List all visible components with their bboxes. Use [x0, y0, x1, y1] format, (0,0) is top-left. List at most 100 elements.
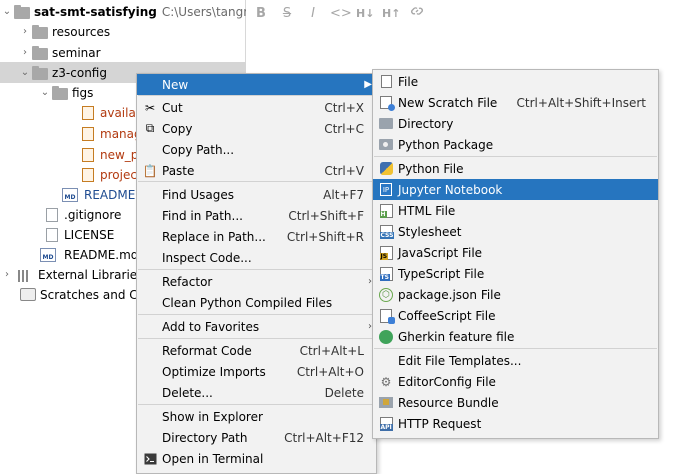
menu-separator: [138, 314, 375, 315]
link-icon[interactable]: [408, 4, 426, 22]
menu-item-open-in-terminal[interactable]: Open in Terminal: [137, 448, 376, 469]
menu-separator: [374, 348, 657, 349]
menu-item-find-in-path[interactable]: Find in Path... Ctrl+Shift+F: [137, 205, 376, 226]
markdown-toolbar: B S I <> H↓ H↑: [252, 3, 426, 23]
menu-item-replace-in-path[interactable]: Replace in Path... Ctrl+Shift+R: [137, 226, 376, 247]
directory-icon: [378, 116, 394, 132]
markdown-file-icon: MD: [40, 247, 56, 262]
new-javascript-file-item[interactable]: JS JavaScript File: [373, 242, 658, 263]
edit-file-templates-item[interactable]: Edit File Templates...: [373, 350, 658, 371]
new-http-request-item[interactable]: API HTTP Request: [373, 413, 658, 434]
menu-item-optimize-imports[interactable]: Optimize Imports Ctrl+Alt+O: [137, 361, 376, 382]
new-python-package-item[interactable]: Python Package: [373, 134, 658, 155]
coffeescript-file-icon: [378, 308, 395, 324]
strikethrough-icon[interactable]: S: [278, 6, 296, 21]
menu-item-refactor[interactable]: Refactor ›: [137, 271, 376, 292]
new-file-item[interactable]: File: [373, 71, 658, 92]
file-icon: [378, 74, 394, 90]
tree-item-label: resources: [52, 24, 111, 39]
notebook-file-icon: [82, 105, 94, 120]
new-coffeescript-file-item[interactable]: CoffeeScript File: [373, 305, 658, 326]
package-icon: [378, 137, 394, 153]
menu-separator: [138, 269, 375, 270]
new-directory-item[interactable]: Directory: [373, 113, 658, 134]
menu-separator: [138, 404, 375, 405]
chevron-down-icon[interactable]: ⌄: [38, 87, 52, 98]
chevron-right-icon[interactable]: ›: [18, 47, 32, 58]
gitignore-file-icon: [46, 207, 58, 222]
menu-item-paste[interactable]: 📋 Paste Ctrl+V: [137, 160, 376, 181]
menu-item-show-in-explorer[interactable]: Show in Explorer: [137, 406, 376, 427]
tree-item-label: figs: [72, 85, 94, 100]
tree-item-label: projec: [100, 167, 137, 182]
python-icon: [378, 161, 394, 177]
javascript-file-icon: JS: [378, 245, 394, 261]
scratch-file-icon: [378, 95, 395, 111]
new-typescript-file-item[interactable]: TS TypeScript File: [373, 263, 658, 284]
chevron-down-icon[interactable]: ⌄: [18, 67, 32, 78]
folder-icon: [32, 45, 48, 60]
project-name: sat-smt-satisfying: [34, 4, 157, 19]
new-stylesheet-item[interactable]: CSS Stylesheet: [373, 221, 658, 242]
chevron-right-icon[interactable]: ›: [18, 26, 32, 37]
new-resource-bundle-item[interactable]: Resource Bundle: [373, 392, 658, 413]
menu-separator: [138, 181, 375, 182]
menu-separator: [374, 156, 657, 157]
tree-row-root[interactable]: ⌄ sat-smt-satisfying C:\Users\tangr\: [0, 1, 246, 22]
menu-item-directory-path[interactable]: Directory Path Ctrl+Alt+F12: [137, 427, 376, 448]
nodejs-icon: ⬡: [378, 287, 394, 303]
tree-row-seminar[interactable]: › seminar: [0, 42, 246, 63]
context-menu: New ▶ ✂ Cut Ctrl+X ⧉ Copy Ctrl+C Copy Pa…: [136, 73, 377, 474]
folder-icon: [14, 4, 30, 19]
chevron-down-icon[interactable]: ⌄: [0, 6, 14, 17]
italic-icon[interactable]: I: [304, 6, 322, 21]
chevron-right-icon[interactable]: ›: [0, 269, 14, 280]
menu-separator: [138, 95, 375, 96]
new-jupyter-notebook-item[interactable]: IP Jupyter Notebook: [373, 179, 658, 200]
new-html-file-item[interactable]: H HTML File: [373, 200, 658, 221]
notebook-file-icon: [82, 167, 94, 182]
tree-item-label: External Libraries: [38, 267, 144, 282]
library-icon: [18, 269, 34, 282]
heading-decrease-icon[interactable]: H↓: [356, 7, 374, 20]
code-icon[interactable]: <>: [330, 6, 352, 21]
menu-item-cut[interactable]: ✂ Cut Ctrl+X: [137, 97, 376, 118]
tree-item-label: new_p: [100, 147, 139, 162]
gear-icon: ⚙: [380, 374, 392, 389]
project-path: C:\Users\tangr\: [161, 4, 246, 19]
new-package-json-item[interactable]: ⬡ package.json File: [373, 284, 658, 305]
menu-item-find-usages[interactable]: Find Usages Alt+F7: [137, 184, 376, 205]
tree-item-label: LICENSE: [64, 227, 115, 242]
new-python-file-item[interactable]: Python File: [373, 158, 658, 179]
menu-item-delete[interactable]: Delete... Delete: [137, 382, 376, 403]
tree-item-label: .gitignore: [64, 207, 122, 222]
new-submenu: File New Scratch File Ctrl+Alt+Shift+Ins…: [372, 69, 659, 439]
tree-item-label: z3-config: [52, 65, 107, 80]
notebook-file-icon: [82, 147, 94, 162]
api-icon: API: [378, 416, 394, 432]
menu-item-reformat-code[interactable]: Reformat Code Ctrl+Alt+L: [137, 340, 376, 361]
markdown-file-icon: MD: [62, 187, 78, 202]
menu-item-new[interactable]: New ▶: [137, 74, 376, 95]
typescript-file-icon: TS: [378, 266, 394, 282]
menu-item-inspect-code[interactable]: Inspect Code...: [137, 247, 376, 268]
folder-icon: [52, 85, 68, 100]
menu-item-add-to-favorites[interactable]: Add to Favorites ›: [137, 316, 376, 337]
scissors-icon: ✂: [144, 100, 156, 115]
new-gherkin-feature-item[interactable]: Gherkin feature file: [373, 326, 658, 347]
folder-icon: [32, 24, 48, 39]
terminal-icon: [142, 451, 158, 467]
tree-item-label: seminar: [52, 45, 101, 60]
tree-row-resources[interactable]: › resources: [0, 21, 246, 42]
menu-separator: [138, 338, 375, 339]
menu-item-copy[interactable]: ⧉ Copy Ctrl+C: [137, 118, 376, 139]
html-file-icon: H: [378, 203, 394, 219]
text-file-icon: [46, 227, 58, 242]
new-editorconfig-file-item[interactable]: ⚙ EditorConfig File: [373, 371, 658, 392]
menu-item-copy-path[interactable]: Copy Path...: [137, 139, 376, 160]
new-scratch-file-item[interactable]: New Scratch File Ctrl+Alt+Shift+Insert: [373, 92, 658, 113]
menu-item-clean-python-compiled[interactable]: Clean Python Compiled Files: [137, 292, 376, 313]
bold-icon[interactable]: B: [252, 6, 270, 21]
resource-bundle-icon: [378, 395, 394, 411]
heading-increase-icon[interactable]: H↑: [382, 7, 400, 20]
